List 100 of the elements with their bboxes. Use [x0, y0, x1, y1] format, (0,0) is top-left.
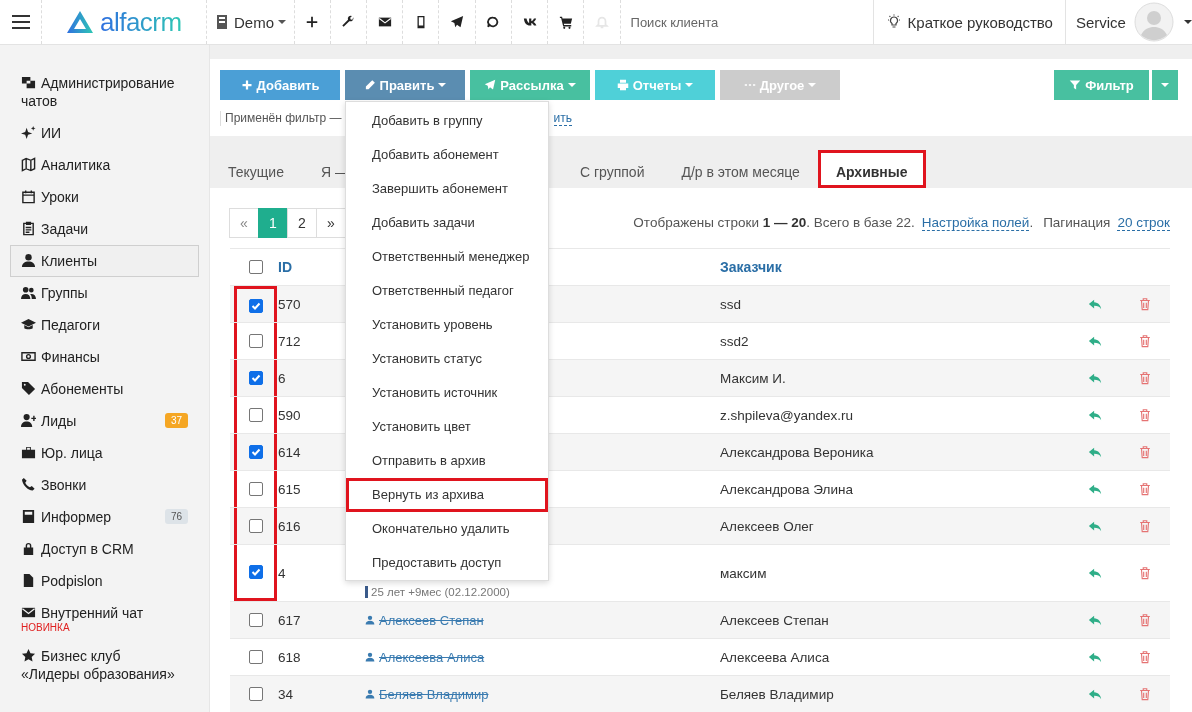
delete-icon[interactable] — [1138, 613, 1152, 627]
checkbox[interactable] — [248, 519, 263, 533]
table-cell: Алексеев Степан — [720, 612, 829, 628]
menu-item[interactable]: Завершить абонемент — [346, 172, 548, 206]
restore-icon[interactable] — [1088, 613, 1102, 627]
tab[interactable]: Текущие — [210, 150, 302, 188]
delete-icon[interactable] — [1138, 334, 1152, 348]
delete-icon[interactable] — [1138, 687, 1152, 701]
menu-item[interactable]: Ответственный педагог — [346, 274, 548, 308]
checkbox[interactable] — [248, 371, 263, 385]
sidebar-item[interactable]: Звонки — [10, 469, 199, 501]
page-size-link[interactable]: 20 строк — [1117, 215, 1170, 231]
delete-icon[interactable] — [1138, 566, 1152, 580]
restore-icon[interactable] — [1088, 650, 1102, 664]
table-cell: Александрова Элина — [720, 481, 853, 497]
filter-link[interactable]: ить — [553, 111, 573, 126]
users-icon — [21, 285, 36, 300]
menu-icon[interactable] — [10, 14, 31, 30]
menu-item[interactable]: Ответственный менеджер — [346, 240, 548, 274]
toolbar-button[interactable]: Править — [345, 70, 465, 100]
sidebar-item[interactable]: Юр. лица — [10, 437, 199, 469]
logo-icon — [65, 10, 94, 34]
client-link[interactable]: Беляев Владимир — [365, 686, 489, 702]
menu-item[interactable]: Установить цвет — [346, 410, 548, 444]
sidebar-item[interactable]: Клиенты — [10, 245, 199, 277]
checkbox[interactable] — [248, 564, 263, 579]
delete-icon[interactable] — [1138, 445, 1152, 459]
menu-item[interactable]: Отправить в архив — [346, 444, 548, 478]
user-name[interactable]: Service — [1075, 13, 1126, 31]
checkbox[interactable] — [248, 650, 263, 664]
menu-item[interactable]: Установить источник — [346, 376, 548, 410]
sidebar-item[interactable]: Группы — [10, 277, 199, 309]
checkbox[interactable] — [248, 687, 263, 701]
envelope-icon — [377, 15, 392, 29]
checkbox[interactable] — [248, 298, 263, 313]
menu-item[interactable]: Окончательно удалить — [346, 512, 548, 546]
sidebar-item[interactable]: Абонементы — [10, 373, 199, 405]
avatar[interactable] — [1133, 2, 1174, 42]
table-cell: 712 — [278, 333, 301, 349]
sidebar-item[interactable]: ИИ — [10, 117, 199, 149]
lock-icon — [21, 541, 36, 556]
restore-icon[interactable] — [1088, 519, 1102, 533]
delete-icon[interactable] — [1138, 482, 1152, 496]
restore-icon[interactable] — [1088, 371, 1102, 385]
checkbox[interactable] — [248, 334, 263, 348]
restore-icon[interactable] — [1088, 687, 1102, 701]
delete-icon[interactable] — [1138, 371, 1152, 385]
restore-icon[interactable] — [1088, 334, 1102, 348]
sidebar-item[interactable]: Лиды 37 — [10, 405, 199, 437]
checkbox[interactable] — [248, 613, 263, 627]
sidebar-item[interactable]: Финансы — [10, 341, 199, 373]
checkbox[interactable] — [248, 482, 263, 496]
delete-icon[interactable] — [1138, 297, 1152, 311]
briefcase-icon — [21, 445, 36, 460]
table-cell: Александрова Вероника — [720, 444, 874, 460]
sidebar-item[interactable]: Администрирование чатов — [10, 67, 199, 117]
menu-item[interactable]: Добавить задачи — [346, 206, 548, 240]
checkbox[interactable] — [248, 408, 263, 422]
delete-icon[interactable] — [1138, 650, 1152, 664]
restore-icon[interactable] — [1088, 445, 1102, 459]
menu-item[interactable]: Вернуть из архива — [346, 478, 548, 512]
menu-item[interactable]: Предоставить доступ — [346, 546, 548, 580]
delete-icon[interactable] — [1138, 408, 1152, 422]
menu-item[interactable]: Добавить в группу — [346, 104, 548, 138]
page-button[interactable]: » — [316, 208, 346, 238]
sidebar-item[interactable]: Доступ в CRM — [10, 533, 199, 565]
tab[interactable]: Д/р в этом месяце — [662, 150, 818, 188]
restore-icon[interactable] — [1088, 482, 1102, 496]
checkbox[interactable] — [248, 260, 263, 274]
checkbox[interactable] — [248, 445, 263, 459]
table-cell: Алексеева Алиса — [720, 649, 830, 665]
caret-icon — [685, 83, 694, 87]
tag-icon — [21, 381, 36, 396]
menu-item[interactable]: Установить статус — [346, 342, 548, 376]
branch-dropdown[interactable]: Demo — [206, 0, 295, 44]
sidebar-item[interactable]: Бизнес клуб «Лидеры образования» — [10, 640, 199, 690]
menu-item[interactable]: Добавить абонемент — [346, 138, 548, 172]
sidebar-item[interactable]: Информер 76 — [10, 501, 199, 533]
client-link[interactable]: Алексеева Алиса — [365, 649, 485, 665]
sidebar-item[interactable]: Задачи — [10, 213, 199, 245]
restore-icon[interactable] — [1088, 408, 1102, 422]
plus-icon — [240, 79, 253, 91]
tab[interactable]: С группой — [561, 150, 663, 188]
filter-dropdown-button[interactable] — [1152, 70, 1178, 100]
tab[interactable]: Архивные — [817, 150, 926, 188]
delete-icon[interactable] — [1138, 519, 1152, 533]
guide-link[interactable]: Краткое руководство — [873, 0, 1066, 44]
sidebar-item[interactable]: Аналитика — [10, 149, 199, 181]
column-header[interactable]: Заказчик — [720, 259, 782, 275]
restore-icon[interactable] — [1088, 297, 1102, 311]
sidebar-item[interactable]: Podpislon — [10, 565, 199, 597]
client-link[interactable]: Алексеев Степан — [365, 612, 484, 628]
caret-icon[interactable] — [1183, 20, 1192, 24]
menu-item[interactable]: Установить уровень — [346, 308, 548, 342]
sidebar-item[interactable]: Уроки — [10, 181, 199, 213]
sidebar-item[interactable]: Педагоги — [10, 309, 199, 341]
page-button[interactable]: 2 — [287, 208, 317, 238]
column-header[interactable]: ID — [278, 259, 292, 275]
sidebar-item[interactable]: Внутренний чат НОВИНКА — [10, 597, 199, 640]
restore-icon[interactable] — [1088, 566, 1102, 580]
